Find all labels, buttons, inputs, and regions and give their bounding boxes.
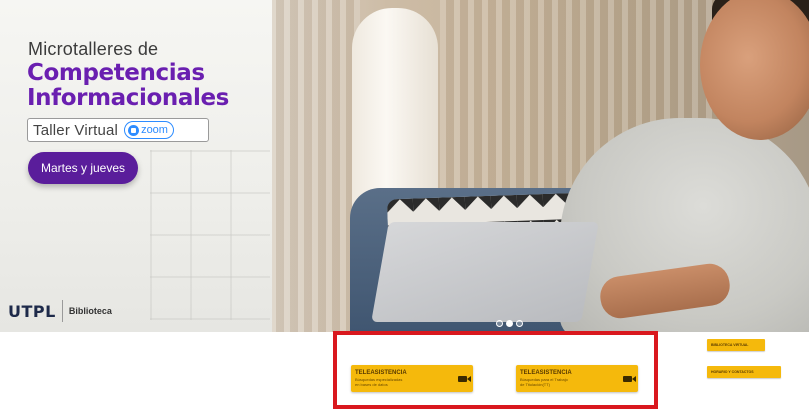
biblioteca-virtual-link[interactable]: BIBLIOTECA VIRTUAL bbox=[707, 339, 765, 351]
curtain-left bbox=[270, 0, 360, 332]
teleasistencia-titulacion-button[interactable]: TELEASISTENCIA Búsquedas para el Trabajo… bbox=[516, 365, 638, 392]
teleasistencia-bases-datos-button[interactable]: TELEASISTENCIA Búsquedas especializadas … bbox=[351, 365, 473, 392]
video-camera-icon bbox=[458, 375, 471, 382]
carousel-dot-3[interactable] bbox=[516, 320, 523, 327]
window-background bbox=[150, 150, 270, 320]
service-subtitle-2: en bases de datos bbox=[355, 382, 388, 387]
zoom-camera-icon bbox=[128, 124, 140, 136]
taller-virtual-label: Taller Virtual bbox=[33, 121, 119, 139]
service-title: TELEASISTENCIA bbox=[355, 370, 407, 376]
taller-virtual-badge: Taller Virtual zoom bbox=[27, 118, 209, 142]
carousel-dot-1[interactable] bbox=[496, 320, 503, 327]
zoom-label: zoom bbox=[141, 124, 168, 136]
video-camera-icon bbox=[623, 375, 636, 382]
biblioteca-label: Biblioteca bbox=[68, 306, 112, 316]
horario-contactos-link[interactable]: HORARIO Y CONTACTOS bbox=[707, 366, 781, 378]
utpl-logo-mark: UTPL bbox=[8, 301, 56, 321]
hero-title-line-2: Informacionales bbox=[27, 85, 229, 111]
carousel-dot-2[interactable] bbox=[506, 320, 513, 327]
logo-divider bbox=[61, 300, 63, 322]
zoom-logo: zoom bbox=[124, 121, 174, 139]
hero-title: Competencias Informacionales bbox=[27, 61, 229, 111]
hero-banner[interactable]: Microtalleres de Competencias Informacio… bbox=[0, 0, 809, 332]
hero-title-line-1: Competencias bbox=[27, 60, 205, 86]
laptop-image bbox=[371, 222, 599, 322]
service-subtitle-2: de Titulación(TT) bbox=[520, 382, 551, 387]
utpl-biblioteca-logo[interactable]: UTPL Biblioteca bbox=[8, 300, 112, 322]
service-title: TELEASISTENCIA bbox=[520, 370, 572, 376]
carousel-indicators bbox=[496, 320, 523, 327]
schedule-button[interactable]: Martes y jueves bbox=[28, 152, 138, 184]
hero-subtitle: Microtalleres de bbox=[28, 39, 159, 59]
